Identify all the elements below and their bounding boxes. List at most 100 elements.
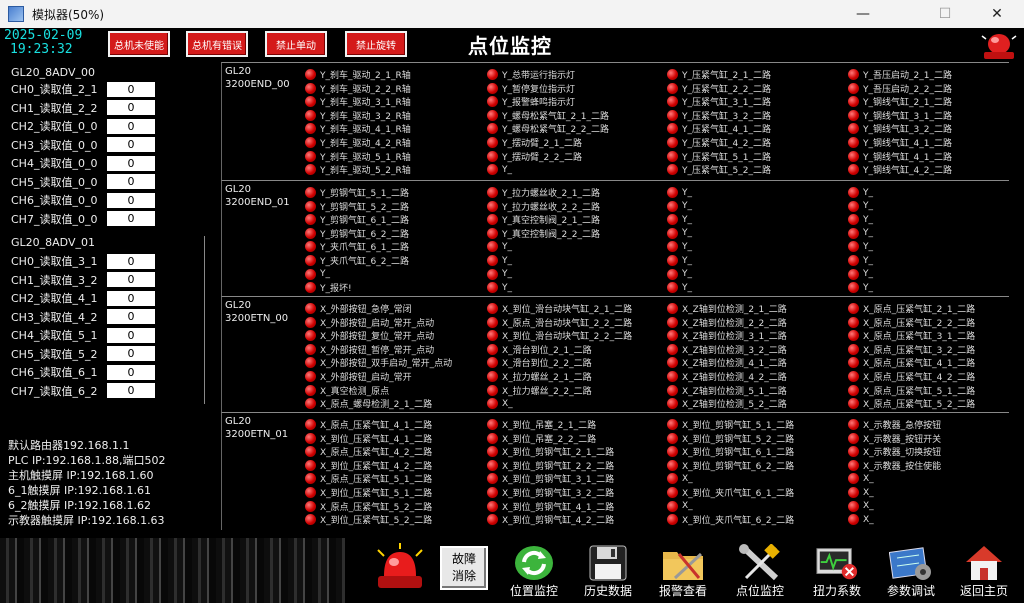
status-led-icon bbox=[667, 432, 678, 444]
io-point-label: X_到位_剪钢气缸_5_1_二路 bbox=[682, 421, 795, 431]
io-point-label: X_到位_剪钢气缸_5_2_二路 bbox=[682, 434, 795, 445]
io-point: Y_夹爪气缸_6_2_二路 bbox=[305, 254, 409, 267]
io-point: X_外部按钮_暂停_常开_点动 bbox=[305, 343, 434, 356]
io-point: Y_ bbox=[848, 240, 873, 253]
status-led-icon bbox=[667, 330, 678, 342]
disable-rotate-button[interactable]: 禁止旋转 bbox=[345, 31, 407, 57]
channel-row: CH7_读取值_6_2 0 bbox=[11, 383, 155, 399]
io-point: X_到位_滑台动块气缸_2_1_二路 bbox=[487, 302, 632, 315]
master-not-enabled-button[interactable]: 总机未使能 bbox=[108, 31, 170, 57]
channel-value: 0 bbox=[107, 272, 155, 287]
disable-single-button[interactable]: 禁止单动 bbox=[265, 31, 327, 57]
io-point-label: Y_ bbox=[863, 201, 873, 212]
nav-return-home[interactable]: 返回主页 bbox=[948, 538, 1020, 603]
io-point-label: Y_剪钢气缸_6_2_二路 bbox=[320, 229, 409, 240]
channel-value: 0 bbox=[107, 211, 155, 226]
channel-value: 0 bbox=[107, 364, 155, 380]
status-led-icon bbox=[487, 255, 498, 266]
io-point-label: Y_ bbox=[502, 255, 512, 266]
status-led-icon bbox=[667, 200, 678, 212]
status-led-icon bbox=[848, 164, 859, 176]
io-point-label: Y_刹车_驱动_5_2_R轴 bbox=[320, 166, 411, 177]
io-point: X_到位_吊塞_2_2_二路 bbox=[487, 432, 596, 445]
io-point: X_到位_剪钢气缸_2_2_二路 bbox=[487, 459, 614, 472]
io-point: Y_刹车_驱动_3_1_R轴 bbox=[305, 95, 411, 108]
status-led-icon bbox=[487, 137, 498, 148]
status-led-icon bbox=[848, 187, 859, 198]
io-point-label: Y_ bbox=[502, 282, 512, 293]
divider bbox=[204, 236, 205, 404]
status-led-icon bbox=[305, 109, 316, 121]
io-point: X_原点_压紧气缸_5_1_二路 bbox=[848, 384, 975, 397]
io-point: Y_刹车_驱动_2_1_R轴 bbox=[305, 68, 411, 81]
master-error-button[interactable]: 总机有错误 bbox=[186, 31, 248, 57]
io-point-label: X_拉力螺丝_2_2_二路 bbox=[502, 386, 592, 397]
io-point-label: Y_吾压启动_2_1_二路 bbox=[863, 71, 952, 81]
io-group: GL20 3200ETN_00 X_外部按钮_急停_常闭 X_外部按钮_启动_常开_点… bbox=[221, 296, 1009, 412]
status-led-icon bbox=[487, 500, 498, 512]
io-point: X_示教器_急停按钮 bbox=[848, 418, 941, 431]
close-button[interactable]: ✕ bbox=[974, 0, 1020, 28]
io-point: Y_压紧气缸_4_2_二路 bbox=[667, 136, 771, 149]
io-point: X_外部按钮_双手启动_常开_点动 bbox=[305, 356, 452, 369]
io-point: Y_ bbox=[848, 200, 873, 213]
minimize-button[interactable]: — bbox=[840, 0, 886, 28]
io-point: Y_ bbox=[667, 213, 692, 226]
io-point: Y_ bbox=[667, 227, 692, 240]
status-led-icon bbox=[487, 187, 498, 198]
io-point: Y_ bbox=[487, 163, 512, 176]
io-point-label: X_外部按钮_启动_常开 bbox=[320, 373, 412, 383]
nav-torque-coefficient[interactable]: 扭力系数 bbox=[800, 538, 874, 603]
status-led-icon bbox=[487, 214, 498, 226]
io-point-label: X_ bbox=[682, 473, 693, 484]
network-info-line: PLC IP:192.168.1.88,端口502 bbox=[8, 454, 166, 467]
io-point-label: Y_ bbox=[863, 228, 873, 239]
io-point-label: X_到位_压紧气缸_4_2_二路 bbox=[320, 461, 433, 472]
status-led-icon bbox=[848, 282, 859, 294]
hmi-screen: 2025-02-09 19:23:32 总机未使能 总机有错误 禁止单动 禁止旋… bbox=[0, 28, 1024, 603]
io-point-label: X_Z轴到位检测_2_2_二路 bbox=[682, 318, 787, 329]
status-led-icon bbox=[305, 459, 316, 471]
io-point-label: X_Z轴到位检测_4_2_二路 bbox=[682, 373, 787, 383]
io-point: X_到位_压紧气缸_4_1_二路 bbox=[305, 432, 432, 445]
io-point-label: X_到位_剪钢气缸_2_2_二路 bbox=[502, 461, 615, 472]
channel-value: 0 bbox=[107, 309, 155, 324]
status-led-icon bbox=[305, 82, 316, 94]
io-point: X_到位_剪钢气缸_2_1_二路 bbox=[487, 445, 614, 458]
nav-history-data[interactable]: 历史数据 bbox=[572, 538, 644, 603]
io-point-label: Y_螺母松紧气缸_2_1_二路 bbox=[502, 111, 609, 122]
io-point-label: X_到位_剪钢气缸_2_1_二路 bbox=[502, 448, 615, 459]
channel-value: 0 bbox=[107, 383, 155, 398]
io-point-label: X_原点_压紧气缸_5_2_二路 bbox=[320, 502, 433, 513]
io-point-label: Y_夹爪气缸_6_2_二路 bbox=[320, 257, 409, 267]
nav-alarm-view[interactable]: 报警查看 bbox=[646, 538, 720, 603]
io-point-label: Y_ bbox=[863, 255, 873, 266]
io-point: X_拉力螺丝_2_2_二路 bbox=[487, 384, 592, 397]
home-icon bbox=[962, 544, 1006, 582]
io-point-label: Y_ bbox=[682, 241, 692, 252]
io-point: X_原点_螺母检测_2_1_二路 bbox=[305, 397, 432, 410]
nav-position-monitor[interactable]: 位置监控 bbox=[498, 538, 570, 603]
nav-parameter-debug[interactable]: 参数调试 bbox=[876, 538, 946, 603]
channel-label: CH4_读取值_0_0 bbox=[11, 157, 98, 170]
status-led-icon bbox=[667, 227, 678, 239]
nav-point-monitor[interactable]: 点位监控 bbox=[722, 538, 798, 603]
io-point-label: Y_真空控制阀_2_1_二路 bbox=[502, 216, 600, 227]
io-point-label: X_示教器_急停按钮 bbox=[863, 421, 942, 431]
status-led-icon bbox=[848, 150, 859, 162]
io-point: X_到位_剪钢气缸_5_2_二路 bbox=[667, 432, 794, 445]
io-point-label: X_到位_吊塞_2_1_二路 bbox=[502, 421, 597, 431]
maximize-button[interactable]: ☐ bbox=[922, 0, 968, 28]
io-point: X_示教器_切换按钮 bbox=[848, 445, 941, 458]
status-led-icon bbox=[667, 137, 678, 148]
channel-label: CH7_读取值_0_0 bbox=[11, 212, 98, 226]
io-point: Y_报警蜂鸣指示灯 bbox=[487, 95, 575, 108]
io-group-name-line: GL20 bbox=[225, 416, 252, 427]
status-led-icon bbox=[305, 398, 316, 410]
io-point-label: X_Z轴到位检测_2_1_二路 bbox=[682, 305, 787, 315]
io-point: X_原点_压紧气缸_2_2_二路 bbox=[848, 316, 975, 329]
io-point: X_原点_压紧气缸_4_1_二路 bbox=[848, 356, 975, 369]
clear-fault-button[interactable]: 故障 消除 bbox=[440, 546, 488, 590]
io-point: X_原点_压紧气缸_5_2_二路 bbox=[305, 500, 432, 513]
status-led-icon bbox=[848, 255, 859, 266]
